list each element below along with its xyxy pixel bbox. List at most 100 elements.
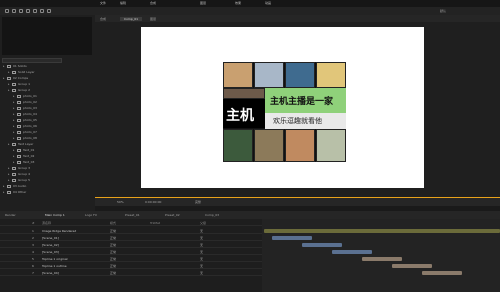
layer-row[interactable]: 3 [Scene_02] 正常 无 bbox=[0, 243, 262, 248]
tree-item[interactable]: ▸ Group 1 bbox=[0, 82, 95, 87]
chevron-right-icon[interactable]: ▸ bbox=[13, 160, 15, 164]
timeline-tab[interactable]: Logo FX bbox=[85, 213, 97, 217]
text-tool-icon[interactable] bbox=[47, 9, 51, 13]
tree-item[interactable]: ▸ photo_04 bbox=[0, 112, 95, 117]
tree-item[interactable]: ▸ Text_03 bbox=[0, 160, 95, 165]
folder-icon bbox=[7, 77, 11, 80]
timeline-tab[interactable]: Preset_01 bbox=[125, 213, 140, 217]
tree-item[interactable]: ▸ photo_03 bbox=[0, 106, 95, 111]
chevron-right-icon[interactable]: ▸ bbox=[13, 130, 15, 134]
chevron-right-icon[interactable]: ▸ bbox=[8, 142, 10, 146]
zoom-level[interactable]: 50% bbox=[117, 200, 124, 204]
chevron-right-icon[interactable]: ▸ bbox=[13, 154, 15, 158]
chevron-right-icon[interactable]: ▸ bbox=[13, 112, 15, 116]
tree-item-label: photo_03 bbox=[23, 106, 37, 110]
tree-item[interactable]: ▸ Group 3 bbox=[0, 166, 95, 171]
tree-item[interactable]: ▸ 01 Solids bbox=[0, 64, 95, 69]
layer-bar[interactable] bbox=[422, 271, 462, 275]
hand-tool-icon[interactable] bbox=[12, 9, 16, 13]
tree-item[interactable]: ▸ 02 Comps bbox=[0, 76, 95, 81]
tree-item[interactable]: ▸ Group 4 bbox=[0, 172, 95, 177]
zoom-tool-icon[interactable] bbox=[19, 9, 23, 13]
layer-mode: 正常 bbox=[110, 257, 117, 261]
tab-layer[interactable]: 图层 bbox=[150, 17, 156, 21]
menu-item[interactable]: 文件 bbox=[100, 1, 106, 5]
tree-item[interactable]: ▸ photo_01 bbox=[0, 94, 95, 99]
tree-item[interactable]: ▸ Text_02 bbox=[0, 154, 95, 159]
menu-item[interactable]: 编辑 bbox=[120, 1, 126, 5]
menu-item[interactable]: 效果 bbox=[235, 1, 241, 5]
camera-tool-icon[interactable] bbox=[33, 9, 37, 13]
chevron-right-icon[interactable]: ▸ bbox=[8, 70, 10, 74]
selection-tool-icon[interactable] bbox=[5, 9, 9, 13]
quality-select[interactable]: 完整 bbox=[195, 200, 201, 204]
chevron-right-icon[interactable]: ▸ bbox=[3, 190, 5, 194]
tree-item[interactable]: ▸ photo_06 bbox=[0, 124, 95, 129]
layer-bar[interactable] bbox=[392, 264, 432, 268]
folder-icon bbox=[7, 185, 11, 188]
column-header[interactable]: 父级 bbox=[200, 221, 206, 225]
chevron-right-icon[interactable]: ▸ bbox=[8, 82, 10, 86]
chevron-right-icon[interactable]: ▸ bbox=[13, 148, 15, 152]
timeline-tab[interactable]: Main Comp 1 bbox=[45, 213, 65, 217]
workspace-label[interactable]: 默认 bbox=[440, 9, 446, 13]
layer-mode: 正常 bbox=[110, 243, 117, 247]
tab-comp[interactable]: 合成 bbox=[100, 17, 106, 21]
chevron-right-icon[interactable]: ▸ bbox=[13, 136, 15, 140]
tree-item[interactable]: ▸ 03 Audio bbox=[0, 184, 95, 189]
layer-bar[interactable] bbox=[272, 236, 312, 240]
chevron-right-icon[interactable]: ▸ bbox=[3, 76, 5, 80]
tab-comp-01[interactable]: Comp_01 bbox=[120, 17, 143, 21]
menu-item[interactable]: 动画 bbox=[265, 1, 271, 5]
tree-item[interactable]: ▸ photo_08 bbox=[0, 136, 95, 141]
chevron-right-icon[interactable]: ▸ bbox=[8, 88, 10, 92]
layer-row[interactable]: 7 [Scene_04] 正常 无 bbox=[0, 271, 262, 276]
layer-parent: 无 bbox=[200, 229, 204, 233]
tree-item[interactable]: ▸ photo_07 bbox=[0, 130, 95, 135]
layer-bar[interactable] bbox=[302, 243, 342, 247]
menu-item[interactable]: 合成 bbox=[150, 1, 156, 5]
tree-item[interactable]: ▸ photo_02 bbox=[0, 100, 95, 105]
column-header[interactable]: 源名称 bbox=[42, 221, 51, 225]
current-time[interactable]: 0:00:00:00 bbox=[145, 200, 161, 204]
tree-item[interactable]: ▸ 04 Other bbox=[0, 190, 95, 195]
layer-bar[interactable] bbox=[332, 250, 372, 254]
chevron-right-icon[interactable]: ▸ bbox=[13, 118, 15, 122]
layer-bar[interactable] bbox=[264, 229, 500, 233]
chevron-right-icon[interactable]: ▸ bbox=[8, 172, 10, 176]
chevron-right-icon[interactable]: ▸ bbox=[13, 124, 15, 128]
tree-item[interactable]: ▸ Group 2 bbox=[0, 88, 95, 93]
layer-bar[interactable] bbox=[362, 257, 402, 261]
chevron-right-icon[interactable]: ▸ bbox=[3, 64, 5, 68]
chevron-right-icon[interactable]: ▸ bbox=[3, 184, 5, 188]
tree-item[interactable]: ▸ photo_05 bbox=[0, 118, 95, 123]
timeline-tracks[interactable] bbox=[262, 219, 500, 292]
layer-row[interactable]: 5 Topline 1 original 正常 无 bbox=[0, 257, 262, 262]
chevron-right-icon[interactable]: ▸ bbox=[13, 106, 15, 110]
column-header[interactable]: # bbox=[32, 221, 35, 225]
tree-item[interactable]: ▸ Text Layer bbox=[0, 142, 95, 147]
chevron-right-icon[interactable]: ▸ bbox=[8, 178, 10, 182]
folder-icon bbox=[17, 155, 21, 158]
rotate-tool-icon[interactable] bbox=[26, 9, 30, 13]
chevron-right-icon[interactable]: ▸ bbox=[13, 100, 15, 104]
tree-item-label: Solid Layer bbox=[18, 70, 35, 74]
chevron-right-icon[interactable]: ▸ bbox=[8, 166, 10, 170]
timeline-tab[interactable]: Comp_03 bbox=[205, 213, 219, 217]
layer-row[interactable]: 2 [Scene_01] 正常 无 bbox=[0, 236, 262, 241]
project-search-input[interactable] bbox=[2, 58, 62, 63]
layer-row[interactable]: 4 [Scene_03] 正常 无 bbox=[0, 250, 262, 255]
tree-item[interactable]: ▸ Solid Layer bbox=[0, 70, 95, 75]
menu-item[interactable]: 图层 bbox=[200, 1, 206, 5]
chevron-right-icon[interactable]: ▸ bbox=[13, 94, 15, 98]
timeline-tab[interactable]: Preset_02 bbox=[165, 213, 180, 217]
layer-row[interactable]: 6 Topline 1 outline 正常 无 bbox=[0, 264, 262, 269]
viewer-controls: 50% 0:00:00:00 完整 bbox=[95, 198, 500, 206]
tree-item[interactable]: ▸ Text_01 bbox=[0, 148, 95, 153]
pen-tool-icon[interactable] bbox=[40, 9, 44, 13]
timeline-tab[interactable]: Render bbox=[5, 213, 16, 217]
column-header[interactable]: TrkMat bbox=[150, 221, 160, 225]
layer-row[interactable]: 1 Image Ridge Rendered 正常 无 bbox=[0, 229, 262, 234]
column-header[interactable]: 模式 bbox=[110, 221, 116, 225]
tree-item[interactable]: ▸ Group 5 bbox=[0, 178, 95, 183]
